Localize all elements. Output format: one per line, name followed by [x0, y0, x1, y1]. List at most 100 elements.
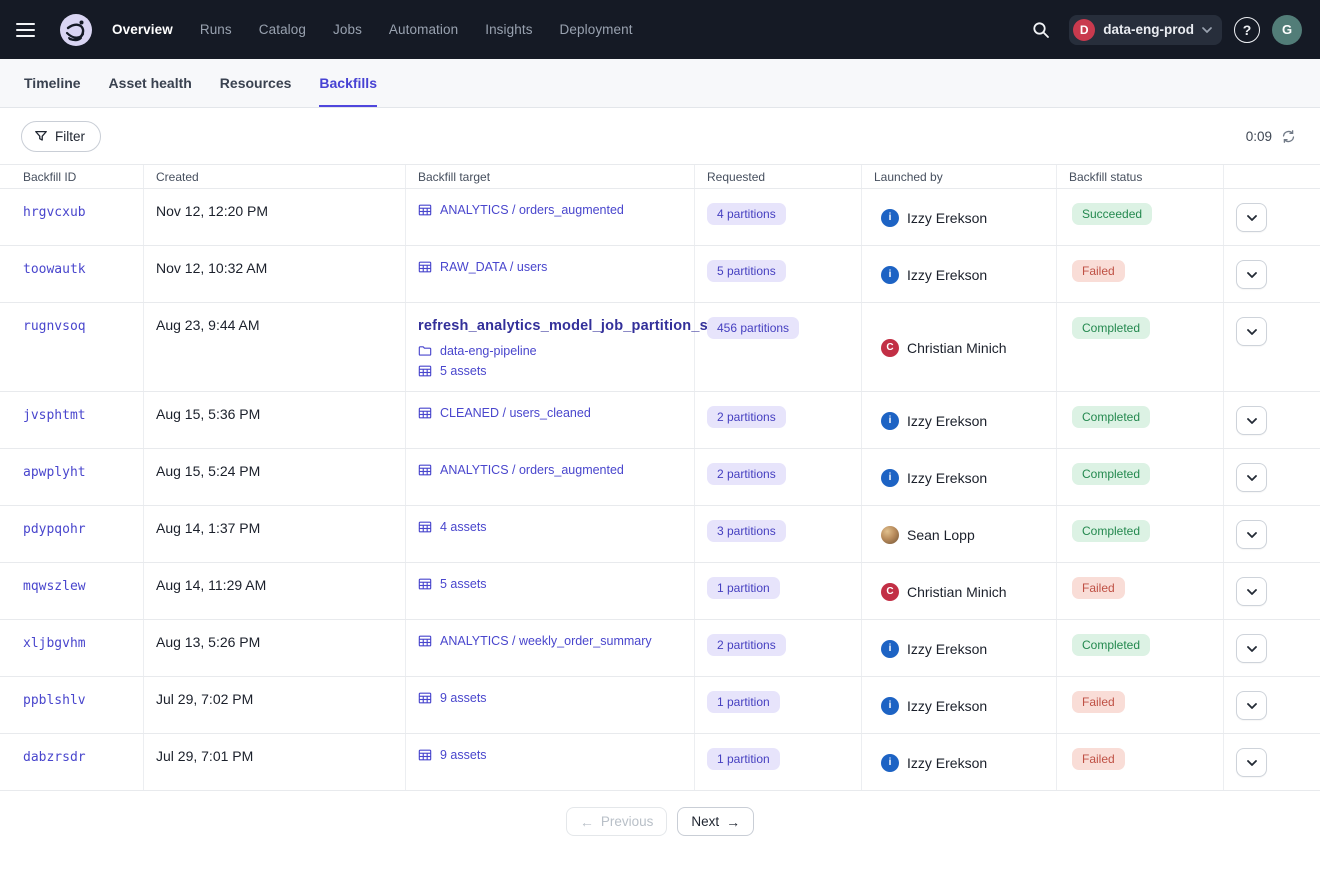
- created-timestamp: Aug 23, 9:44 AM: [156, 317, 260, 333]
- created-timestamp: Aug 14, 1:37 PM: [156, 520, 260, 536]
- row-actions-menu-button[interactable]: [1236, 203, 1267, 232]
- created-timestamp: Aug 14, 11:29 AM: [156, 577, 266, 593]
- backfill-id-link[interactable]: hrgvcxub: [23, 205, 86, 220]
- row-actions-menu-button[interactable]: [1236, 463, 1267, 492]
- asset-table-icon: [418, 463, 432, 477]
- backfill-id-link[interactable]: toowautk: [23, 262, 86, 277]
- refresh-icon[interactable]: [1281, 129, 1296, 144]
- backfill-target-cell: ANALYTICS / orders_augmented: [406, 189, 695, 245]
- workspace-switcher[interactable]: D data-eng-prod: [1069, 15, 1222, 45]
- nav-item-catalog[interactable]: Catalog: [259, 22, 306, 37]
- refresh-countdown: 0:09: [1246, 129, 1272, 144]
- backfill-status-badge: Succeeded: [1072, 203, 1152, 225]
- launched-by-name: Izzy Erekson: [907, 698, 987, 714]
- nav-item-overview[interactable]: Overview: [112, 22, 173, 37]
- user-avatar-icon: C: [881, 339, 899, 357]
- user-avatar-icon: i: [881, 640, 899, 658]
- chevron-down-icon: [1247, 760, 1257, 766]
- column-header-launched-by: Launched by: [862, 165, 1057, 188]
- launched-by-name: Sean Lopp: [907, 527, 975, 543]
- tab-asset-health[interactable]: Asset health: [109, 59, 192, 107]
- nav-item-runs[interactable]: Runs: [200, 22, 232, 37]
- requested-partitions-badge: 5 partitions: [707, 260, 786, 282]
- target-link[interactable]: CLEANED / users_cleaned: [440, 406, 591, 420]
- backfill-id-link[interactable]: ppblshlv: [23, 693, 86, 708]
- row-actions-menu-button[interactable]: [1236, 748, 1267, 777]
- backfills-table: Backfill IDCreatedBackfill targetRequest…: [0, 164, 1320, 791]
- backfill-status-badge: Failed: [1072, 691, 1125, 713]
- nav-item-jobs[interactable]: Jobs: [333, 22, 362, 37]
- row-actions-menu-button[interactable]: [1236, 520, 1267, 549]
- target-link[interactable]: 5 assets: [440, 577, 487, 591]
- table-row: pdypqohrAug 14, 1:37 PM4 assets3 partiti…: [0, 506, 1320, 563]
- row-actions-menu-button[interactable]: [1236, 634, 1267, 663]
- backfill-id-link[interactable]: jvsphtmt: [23, 408, 86, 423]
- table-header-row: Backfill IDCreatedBackfill targetRequest…: [0, 165, 1320, 189]
- dagster-logo-icon[interactable]: [58, 12, 94, 48]
- target-link[interactable]: ANALYTICS / orders_augmented: [440, 203, 624, 217]
- user-avatar-icon: i: [881, 754, 899, 772]
- job-link[interactable]: refresh_analytics_model_job_partition_se…: [418, 318, 721, 334]
- nav-item-insights[interactable]: Insights: [485, 22, 532, 37]
- search-icon[interactable]: [1025, 14, 1057, 46]
- tab-resources[interactable]: Resources: [220, 59, 292, 107]
- arrow-left-icon: ←: [580, 815, 594, 829]
- nav-item-deployment[interactable]: Deployment: [560, 22, 633, 37]
- target-link[interactable]: 9 assets: [440, 691, 487, 705]
- target-link[interactable]: 9 assets: [440, 748, 487, 762]
- filter-button[interactable]: Filter: [21, 121, 101, 152]
- row-actions-menu-button[interactable]: [1236, 260, 1267, 289]
- user-avatar-icon: i: [881, 697, 899, 715]
- row-actions-menu-button[interactable]: [1236, 691, 1267, 720]
- column-header-backfill-id: Backfill ID: [0, 165, 144, 188]
- chevron-down-icon: [1247, 532, 1257, 538]
- next-page-button[interactable]: Next →: [677, 807, 754, 836]
- requested-partitions-badge: 1 partition: [707, 691, 780, 713]
- target-link[interactable]: 4 assets: [440, 520, 487, 534]
- target-link[interactable]: RAW_DATA / users: [440, 260, 547, 274]
- asset-table-icon: [418, 203, 432, 217]
- target-link[interactable]: 5 assets: [440, 364, 487, 378]
- created-timestamp: Aug 13, 5:26 PM: [156, 634, 260, 650]
- backfill-status-badge: Failed: [1072, 577, 1125, 599]
- target-link[interactable]: ANALYTICS / orders_augmented: [440, 463, 624, 477]
- next-label: Next: [691, 814, 719, 829]
- tab-timeline[interactable]: Timeline: [24, 59, 81, 107]
- chevron-down-icon: [1247, 475, 1257, 481]
- table-row: mqwszlewAug 14, 11:29 AM5 assets1 partit…: [0, 563, 1320, 620]
- target-link[interactable]: data-eng-pipeline: [440, 344, 537, 358]
- requested-partitions-badge: 2 partitions: [707, 634, 786, 656]
- row-actions-menu-button[interactable]: [1236, 577, 1267, 606]
- hamburger-menu-icon[interactable]: [16, 15, 46, 45]
- previous-page-button[interactable]: ← Previous: [566, 807, 668, 836]
- launched-by-name: Christian Minich: [907, 340, 1007, 356]
- row-actions-menu-button[interactable]: [1236, 317, 1267, 346]
- help-icon[interactable]: ?: [1234, 17, 1260, 43]
- chevron-down-icon: [1247, 418, 1257, 424]
- nav-item-automation[interactable]: Automation: [389, 22, 458, 37]
- backfill-id-link[interactable]: dabzrsdr: [23, 750, 86, 765]
- backfill-id-link[interactable]: apwplyht: [23, 465, 86, 480]
- created-timestamp: Jul 29, 7:02 PM: [156, 691, 253, 707]
- row-actions-menu-button[interactable]: [1236, 406, 1267, 435]
- backfill-id-link[interactable]: mqwszlew: [23, 579, 86, 594]
- chevron-down-icon: [1247, 329, 1257, 335]
- chevron-down-icon: [1247, 589, 1257, 595]
- table-row: apwplyhtAug 15, 5:24 PMANALYTICS / order…: [0, 449, 1320, 506]
- table-row: xljbgvhm Aug 13, 5:26 PM ANALYTICS / weekl…: [0, 620, 1320, 677]
- backfill-id-link[interactable]: xljbgvhm: [23, 636, 86, 651]
- backfill-target-cell: 5 assets: [406, 563, 695, 619]
- user-avatar[interactable]: G: [1272, 15, 1302, 45]
- table-row: toowautkNov 12, 10:32 AMRAW_DATA / users…: [0, 246, 1320, 303]
- requested-partitions-badge: 456 partitions: [707, 317, 799, 339]
- backfill-target-cell: 9 assets: [406, 677, 695, 733]
- launched-by-name: Izzy Erekson: [907, 641, 987, 657]
- workspace-avatar: D: [1073, 19, 1095, 41]
- user-avatar-icon: i: [881, 412, 899, 430]
- backfill-target-cell: ANALYTICS / weekly_order_summary: [406, 620, 695, 676]
- target-link[interactable]: ANALYTICS / weekly_order_summary: [440, 634, 652, 648]
- backfill-id-link[interactable]: pdypqohr: [23, 522, 86, 537]
- tab-backfills[interactable]: Backfills: [319, 59, 377, 107]
- created-timestamp: Jul 29, 7:01 PM: [156, 748, 253, 764]
- backfill-id-link[interactable]: rugnvsoq: [23, 319, 86, 334]
